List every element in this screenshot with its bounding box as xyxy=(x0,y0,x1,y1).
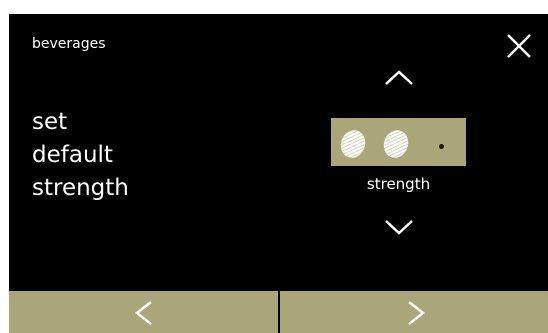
strength-label: strength xyxy=(366,175,431,193)
setting-title-line: default xyxy=(32,142,113,168)
increase-strength-button[interactable] xyxy=(382,67,416,89)
close-icon xyxy=(507,34,531,58)
close-button[interactable] xyxy=(505,32,533,60)
chevron-up-icon xyxy=(385,70,413,85)
header-title: beverages xyxy=(32,36,106,52)
strength-indicator xyxy=(331,118,466,166)
setting-title-line: set xyxy=(32,109,68,135)
chevron-down-icon xyxy=(385,220,413,235)
setting-title-line: strength xyxy=(32,175,129,201)
bean-icon xyxy=(336,126,370,162)
bean-icon xyxy=(379,126,413,162)
screen: beverages set default strength strength xyxy=(9,14,548,333)
chevron-left-icon xyxy=(134,301,152,325)
next-button[interactable] xyxy=(280,291,548,333)
chevron-right-icon xyxy=(408,301,426,325)
empty-level-dot xyxy=(439,144,444,149)
setting-title: set default strength xyxy=(32,106,129,205)
decrease-strength-button[interactable] xyxy=(382,216,416,238)
previous-button[interactable] xyxy=(9,291,278,333)
footer-nav xyxy=(9,291,548,333)
